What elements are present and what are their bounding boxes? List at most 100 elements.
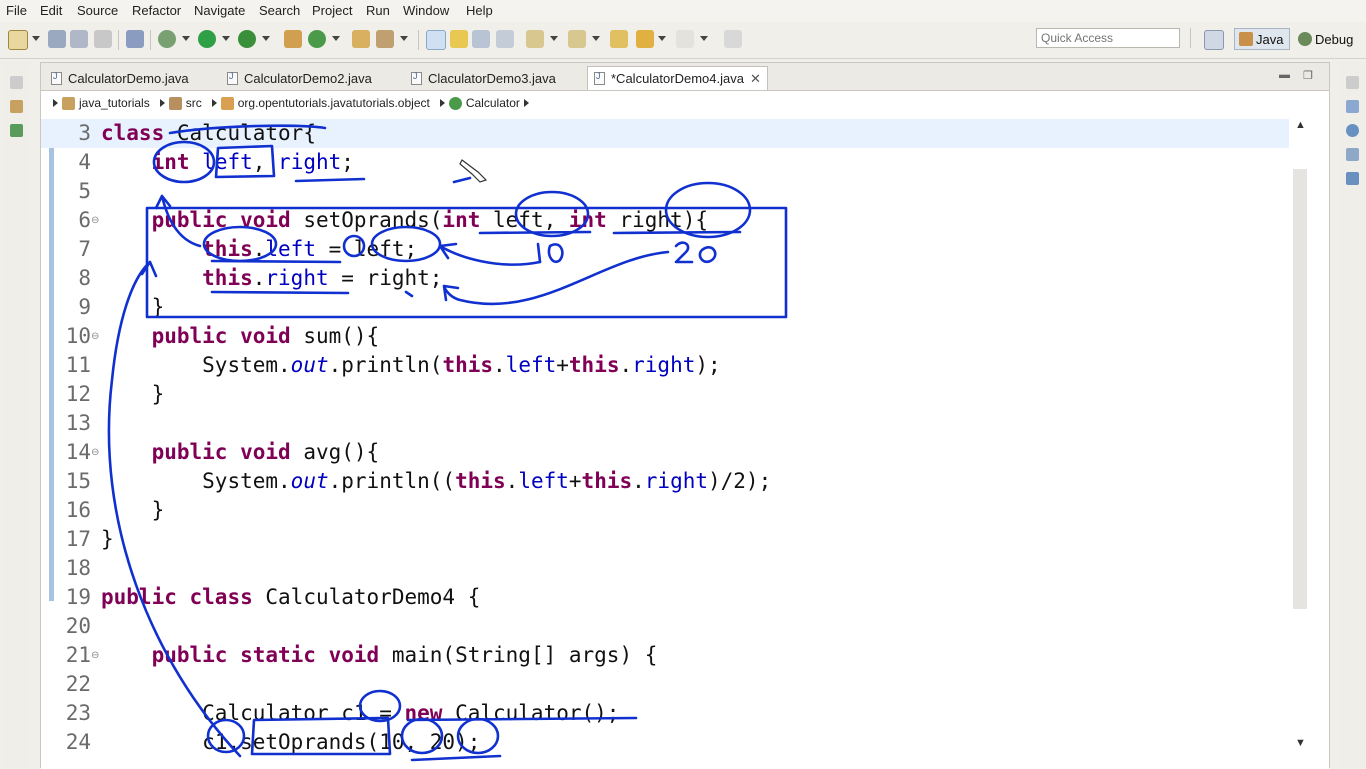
menu-search[interactable]: Search (259, 3, 300, 18)
save-all-icon[interactable] (70, 30, 88, 48)
code-line[interactable]: 6 ⊖ public void setOprands(int left, int … (41, 206, 1289, 235)
open-type-icon[interactable] (352, 30, 370, 48)
forward-icon[interactable] (676, 30, 694, 48)
coverage-icon[interactable] (238, 30, 256, 48)
code-line[interactable]: 9 } (41, 293, 1289, 322)
tab-calculatordemo2[interactable]: CalculatorDemo2.java (221, 66, 378, 90)
menu-run[interactable]: Run (366, 3, 390, 18)
code-line[interactable]: 7 this.left = left; (41, 235, 1289, 264)
line-number: 10 (65, 324, 91, 348)
code-line[interactable]: 13 (41, 409, 1289, 438)
code-line[interactable]: 21 ⊖ public static void main(String[] arg… (41, 641, 1289, 670)
breadcrumb-project[interactable]: java_tutorials (53, 96, 150, 110)
block-selection-icon[interactable] (472, 30, 490, 48)
java-perspective-button[interactable]: Java (1234, 28, 1290, 50)
chevron-down-icon[interactable] (222, 36, 230, 41)
print-icon[interactable] (94, 30, 112, 48)
last-edit-location-icon[interactable] (610, 30, 628, 48)
maximize-icon[interactable]: ❐ (1303, 69, 1313, 82)
code-line[interactable]: 11 System.out.println(this.left+this.rig… (41, 351, 1289, 380)
line-number: 22 (65, 672, 91, 696)
chevron-down-icon[interactable] (32, 36, 40, 41)
fold-toggle-icon[interactable]: ⊖ (91, 641, 99, 670)
tab-calculatordemo4[interactable]: *CalculatorDemo4.java ✕ (587, 66, 768, 90)
save-icon[interactable] (48, 30, 66, 48)
scrollbar-thumb[interactable] (1293, 169, 1307, 609)
code-line[interactable]: 4 int left, right; (41, 148, 1289, 177)
code-line[interactable]: 24 c1.setOprands(10, 20); (41, 728, 1289, 757)
chevron-down-icon[interactable] (332, 36, 340, 41)
code-line[interactable]: 8 this.right = right; (41, 264, 1289, 293)
run-icon[interactable] (198, 30, 216, 48)
code-line[interactable]: 18 (41, 554, 1289, 583)
close-icon[interactable]: ✕ (750, 71, 761, 87)
menu-refactor[interactable]: Refactor (132, 3, 181, 18)
chevron-down-icon[interactable] (550, 36, 558, 41)
debug-perspective-button[interactable]: Debug (1294, 28, 1358, 50)
fold-toggle-icon[interactable]: ⊖ (91, 438, 99, 467)
show-whitespace-icon[interactable] (496, 30, 514, 48)
menu-navigate[interactable]: Navigate (194, 3, 245, 18)
package-explorer-icon[interactable] (10, 100, 23, 113)
hierarchy-icon[interactable] (10, 124, 23, 137)
code-line[interactable]: 14 ⊖ public void avg(){ (41, 438, 1289, 467)
code-line[interactable]: 23 Calculator c1 = new Calculator(); (41, 699, 1289, 728)
new-class-icon[interactable] (308, 30, 326, 48)
code-line[interactable]: 17} (41, 525, 1289, 554)
code-line[interactable]: 20 (41, 612, 1289, 641)
next-annotation-icon[interactable] (526, 30, 544, 48)
tab-calculatordemo[interactable]: CalculatorDemo.java (45, 66, 195, 90)
chevron-down-icon[interactable] (592, 36, 600, 41)
mark-occurrences-icon[interactable] (450, 30, 468, 48)
code-line[interactable]: 3 class Calculator{ (41, 119, 1289, 148)
quick-access-input[interactable] (1036, 28, 1180, 48)
code-line[interactable]: 22 (41, 670, 1289, 699)
breadcrumb-package[interactable]: org.opentutorials.javatutorials.object (211, 96, 430, 110)
scroll-down-icon[interactable]: ▼ (1295, 737, 1306, 749)
chevron-down-icon[interactable] (262, 36, 270, 41)
link-editor-icon[interactable] (426, 30, 446, 50)
tab-claculatordemo3[interactable]: ClaculatorDemo3.java (405, 66, 562, 90)
javadoc-icon[interactable] (1346, 124, 1359, 137)
code-line[interactable]: 16 } (41, 496, 1289, 525)
minimize-icon[interactable]: ▬ (1279, 69, 1290, 81)
vertical-scrollbar[interactable]: ▲ ▼ (1289, 115, 1329, 769)
menu-window[interactable]: Window (403, 3, 449, 18)
code-line[interactable]: 12 } (41, 380, 1289, 409)
new-icon[interactable] (8, 30, 28, 50)
chevron-down-icon[interactable] (700, 36, 708, 41)
code-line[interactable]: 19 public class CalculatorDemo4 { (41, 583, 1289, 612)
debug-icon[interactable] (158, 30, 176, 48)
menu-edit[interactable]: Edit (40, 3, 62, 18)
console-icon[interactable] (1346, 172, 1359, 185)
search-icon[interactable] (376, 30, 394, 48)
code-line[interactable]: 15 System.out.println((this.left+this.ri… (41, 467, 1289, 496)
back-icon[interactable] (636, 30, 654, 48)
scroll-up-icon[interactable]: ▲ (1295, 119, 1306, 131)
restore-icon[interactable] (10, 76, 23, 89)
breadcrumb-class[interactable]: Calculator (439, 96, 529, 110)
menu-help[interactable]: Help (466, 3, 493, 18)
menu-project[interactable]: Project (312, 3, 352, 18)
code-line[interactable]: 5 (41, 177, 1289, 206)
chevron-down-icon[interactable] (400, 36, 408, 41)
toggle-breakpoint-icon[interactable] (126, 30, 144, 48)
restore-icon[interactable] (1346, 76, 1359, 89)
fold-toggle-icon[interactable]: ⊖ (91, 322, 99, 351)
menu-file[interactable]: File (6, 3, 27, 18)
previous-annotation-icon[interactable] (568, 30, 586, 48)
code-editor[interactable]: 3 class Calculator{4 int left, right; 5 6 ⊖ … (41, 115, 1289, 769)
code-line[interactable]: 10 ⊖ public void sum(){ (41, 322, 1289, 351)
task-list-icon[interactable] (1346, 100, 1359, 113)
declaration-icon[interactable] (1346, 148, 1359, 161)
new-package-icon[interactable] (284, 30, 302, 48)
line-number: 3 (78, 121, 91, 145)
menu-source[interactable]: Source (77, 3, 118, 18)
line-number: 4 (78, 150, 91, 174)
chevron-down-icon[interactable] (182, 36, 190, 41)
breadcrumb-src[interactable]: src (159, 96, 202, 110)
pin-editor-icon[interactable] (724, 30, 742, 48)
fold-toggle-icon[interactable]: ⊖ (91, 206, 99, 235)
chevron-down-icon[interactable] (658, 36, 666, 41)
open-perspective-icon[interactable] (1204, 30, 1224, 50)
